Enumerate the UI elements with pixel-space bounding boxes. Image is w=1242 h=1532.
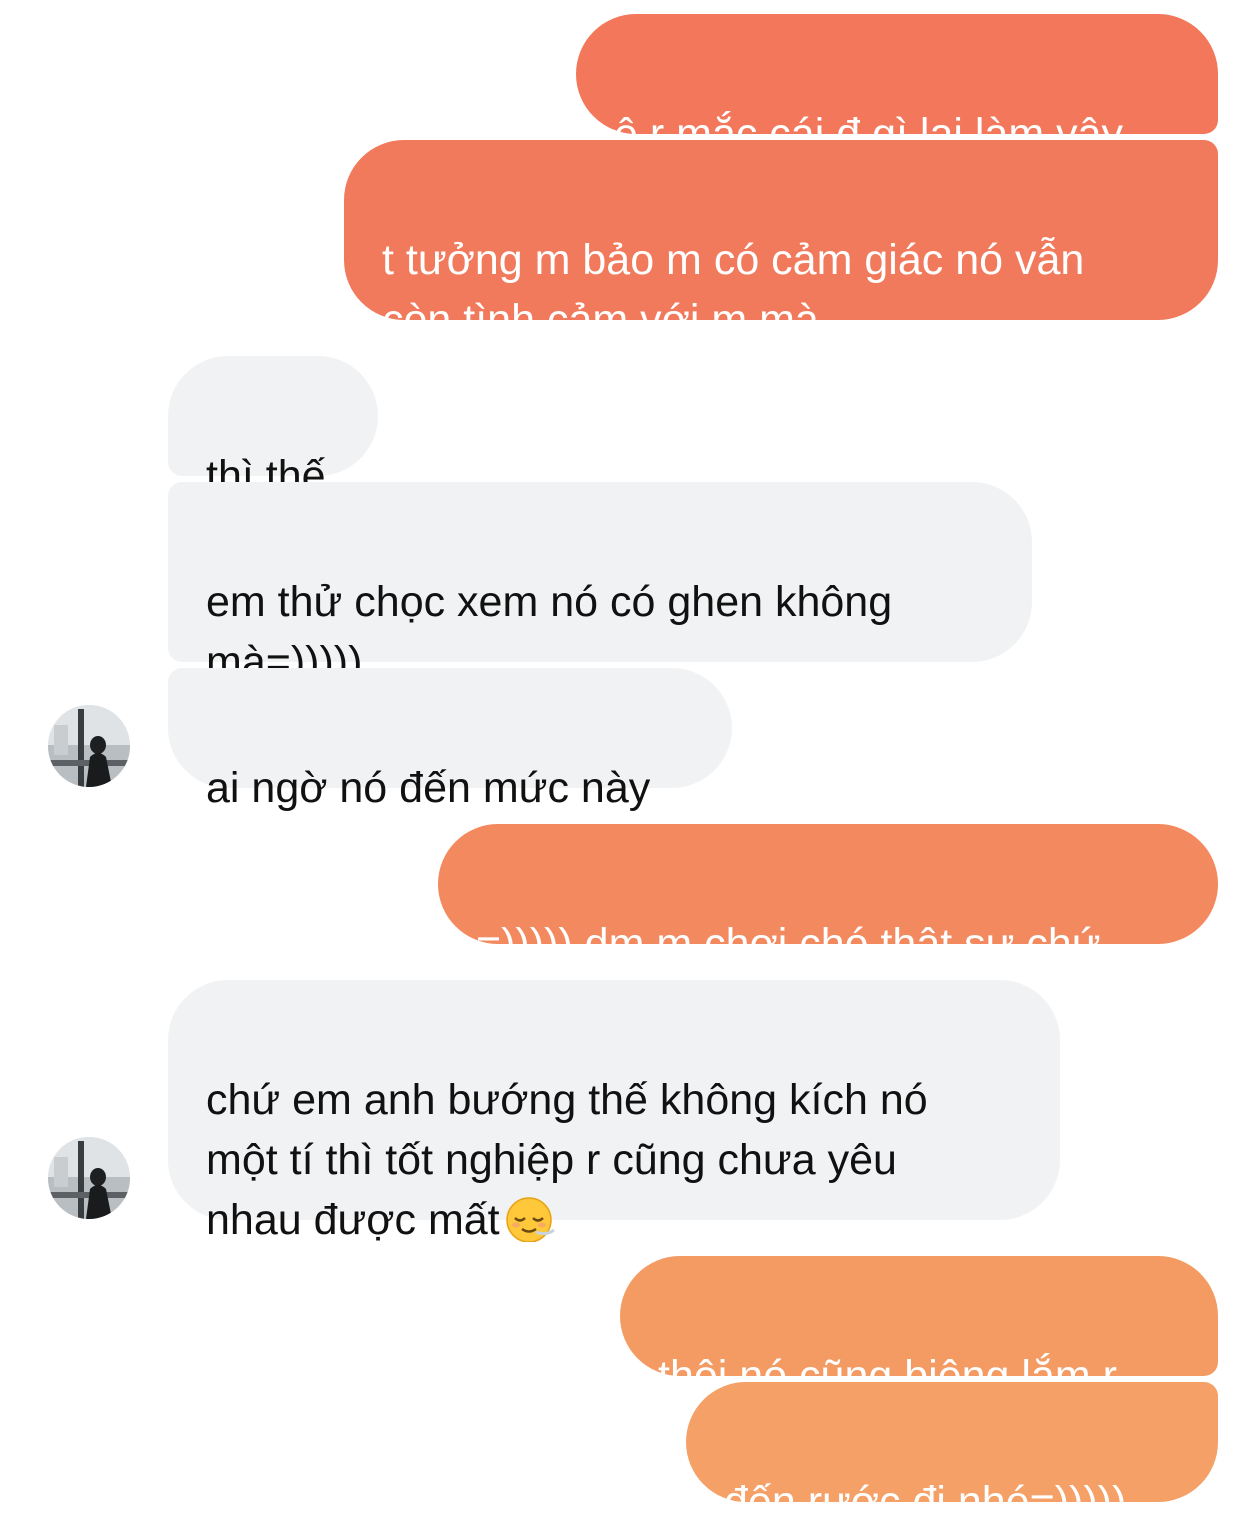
message-text: ai ngờ nó đến mức này	[206, 764, 651, 812]
avatar-photo-icon	[48, 705, 130, 787]
message-text: =))))) dm m chơi chó thật sự chứ	[476, 920, 1101, 968]
message-bubble-outgoing[interactable]: =))))) dm m chơi chó thật sự chứ	[438, 824, 1218, 968]
contact-avatar[interactable]	[48, 1137, 130, 1219]
message-bubble-incoming[interactable]: thì thế	[168, 356, 378, 500]
message-bubble-outgoing[interactable]: ê r mắc cái đ gì lại làm vậy	[576, 14, 1218, 158]
message-bubble-incoming[interactable]: chứ em anh bướng thế không kích nó một t…	[168, 980, 1060, 1244]
message-bubble-incoming[interactable]: ai ngờ nó đến mức này	[168, 668, 732, 812]
message-bubble-incoming[interactable]: em thử chọc xem nó có ghen không mà=))))…	[168, 482, 1032, 686]
relieved-face-emoji-icon	[502, 1194, 556, 1243]
contact-avatar[interactable]	[48, 705, 130, 787]
message-bubble-outgoing[interactable]: đến rước đi nhé=)))))	[686, 1382, 1218, 1526]
message-text: đến rước đi nhé=)))))	[724, 1478, 1127, 1526]
message-bubble-outgoing[interactable]: thôi nó cũng biêng lắm r	[620, 1256, 1218, 1400]
message-text: t tưởng m bảo m có cảm giác nó vẫn còn t…	[382, 236, 1085, 344]
message-bubble-outgoing[interactable]: t tưởng m bảo m có cảm giác nó vẫn còn t…	[344, 140, 1218, 344]
avatar-photo-icon	[48, 1137, 130, 1219]
message-text: chứ em anh bướng thế không kích nó một t…	[206, 1076, 928, 1244]
